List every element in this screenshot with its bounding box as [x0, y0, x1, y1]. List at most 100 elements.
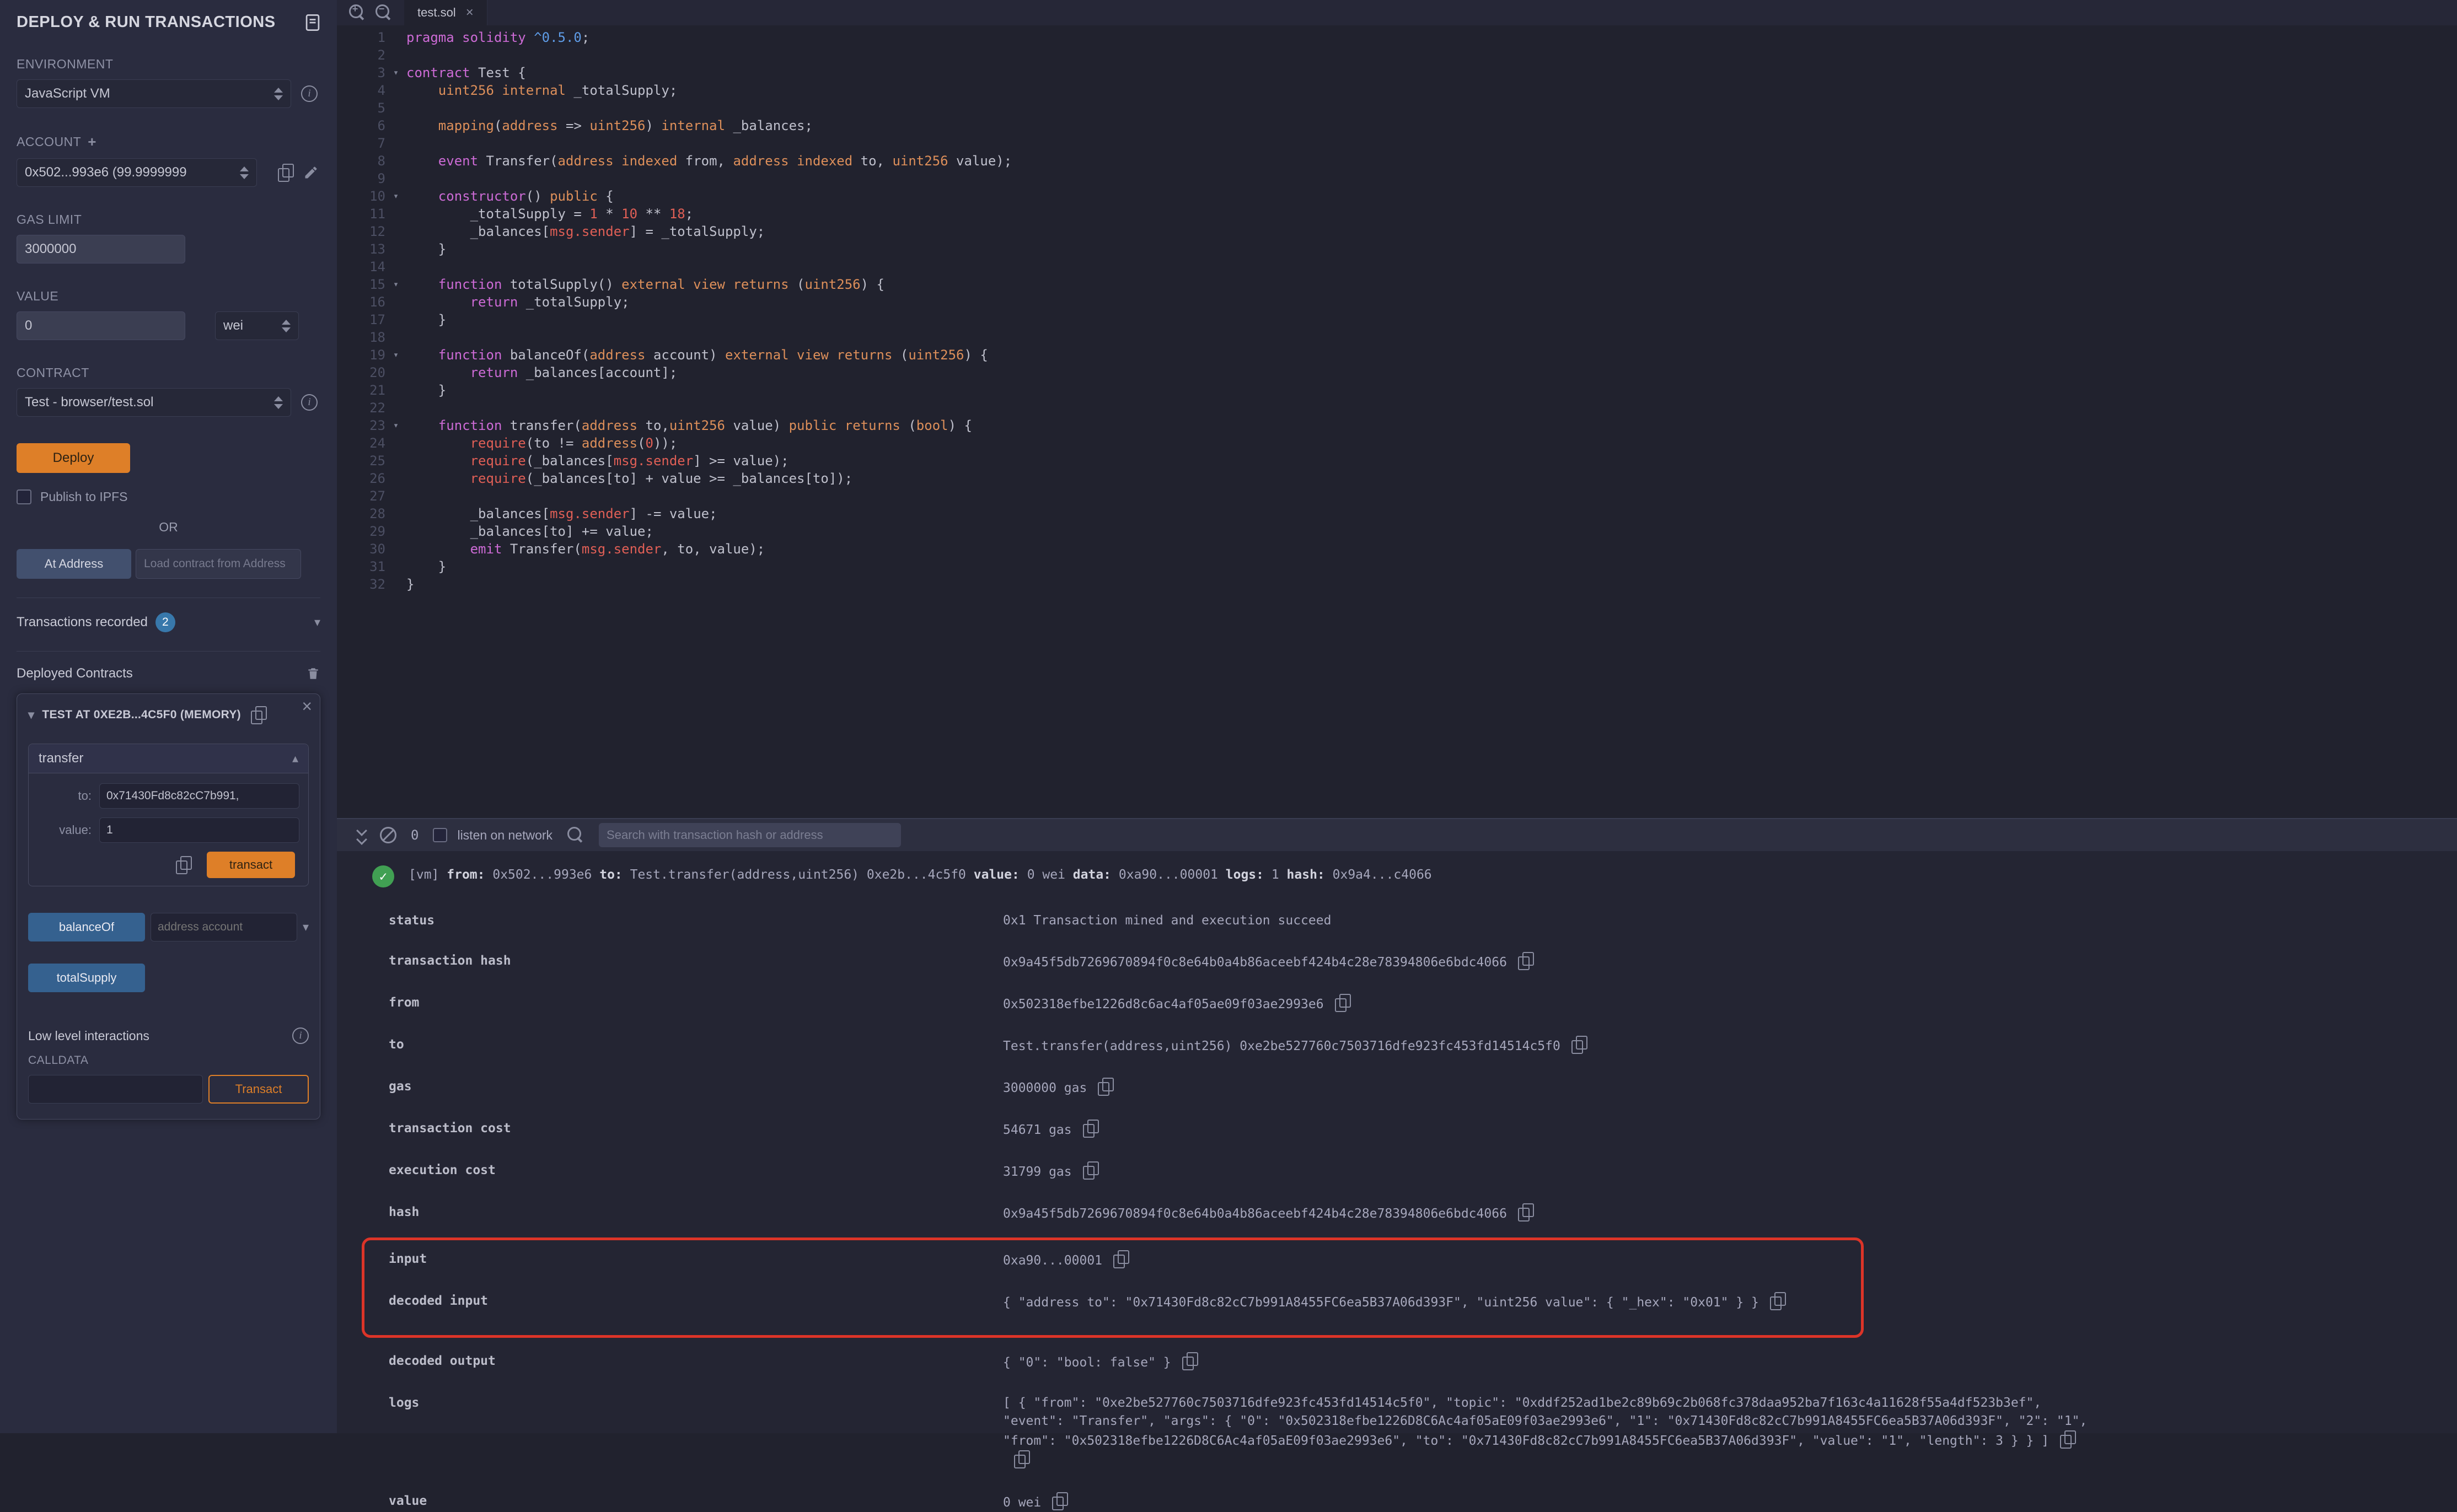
code-token: =>	[558, 118, 590, 133]
balanceof-button[interactable]: balanceOf	[28, 913, 145, 941]
summary-token: 0xa90...00001	[1111, 868, 1226, 882]
environment-info-icon[interactable]: i	[301, 85, 318, 102]
at-address-button[interactable]: At Address	[17, 549, 131, 579]
balanceof-account-input[interactable]	[151, 913, 297, 941]
chevron-up-icon[interactable]: ▴	[292, 751, 298, 766]
code-token: to,	[637, 418, 669, 433]
copy-icon[interactable]	[1113, 1250, 1129, 1268]
copy-icon[interactable]	[1518, 952, 1533, 970]
code-token	[406, 118, 438, 133]
code-token: _balances[to] += value;	[406, 524, 653, 539]
code-token: ;	[582, 30, 589, 45]
tx-detail-row-to: toTest.transfer(address,uint256) 0xe2be5…	[389, 1036, 2457, 1056]
transfer-function-header[interactable]: transfer ▴	[29, 744, 308, 773]
value-unit: wei	[223, 318, 243, 333]
copy-calldata-icon[interactable]	[176, 856, 191, 874]
transfer-to-input[interactable]	[99, 783, 299, 809]
code-token: msg.sender	[550, 224, 630, 239]
load-address-input[interactable]	[136, 549, 301, 579]
deploy-button[interactable]: Deploy	[17, 443, 130, 473]
copy-icon[interactable]	[1014, 1450, 1029, 1468]
fold-arrow-icon[interactable]: ▾	[385, 417, 406, 434]
select-stepper-icon	[276, 320, 291, 332]
code-text: require(_balances[msg.sender] >= value);	[406, 452, 789, 470]
code-token: ] = _totalSupply;	[630, 224, 765, 239]
line-number: 20	[337, 364, 385, 381]
contract-info-icon[interactable]: i	[301, 394, 318, 411]
clear-console-icon[interactable]	[380, 827, 396, 843]
chevron-down-icon[interactable]: ▾	[303, 920, 309, 934]
tx-detail-key: decoded output	[389, 1352, 1003, 1372]
expand-terminal-icon[interactable]	[358, 827, 366, 843]
add-account-icon[interactable]: +	[88, 133, 96, 150]
listen-network-checkbox[interactable]	[433, 828, 447, 842]
close-tab-icon[interactable]: ×	[466, 4, 474, 21]
tx-detail-value: 0x9a45f5db7269670894f0c8e64b0a4b86aceebf…	[1003, 952, 1533, 972]
line-number: 14	[337, 258, 385, 276]
copy-icon[interactable]	[1052, 1492, 1067, 1510]
fold-arrow-icon[interactable]: ▾	[385, 346, 406, 364]
fold-arrow-icon[interactable]: ▾	[385, 276, 406, 293]
code-token: _balances[	[406, 224, 550, 239]
line-number: 5	[337, 99, 385, 117]
trash-icon[interactable]	[306, 666, 320, 681]
copy-icon[interactable]	[1571, 1036, 1587, 1053]
code-token: (_balances[	[526, 453, 614, 469]
copy-icon[interactable]	[1182, 1352, 1198, 1370]
fold-gutter	[385, 240, 406, 258]
zoom-in-icon[interactable]: +	[348, 4, 366, 21]
line-number: 29	[337, 523, 385, 540]
zoom-out-icon[interactable]: −	[375, 4, 393, 21]
transact-button[interactable]: transact	[207, 852, 295, 878]
copy-instance-address-icon[interactable]	[251, 706, 266, 724]
chevron-down-icon[interactable]: ▾	[314, 615, 320, 629]
transfer-value-input[interactable]	[99, 817, 299, 843]
calldata-label: CALLDATA	[28, 1054, 309, 1067]
panel-title-row: DEPLOY & RUN TRANSACTIONS	[17, 13, 320, 31]
code-line: 8 event Transfer(address indexed from, a…	[337, 152, 2457, 170]
low-level-transact-button[interactable]: Transact	[208, 1075, 309, 1104]
code-token: _balances[	[406, 506, 550, 521]
low-level-info-icon[interactable]: i	[292, 1027, 309, 1044]
totalsupply-button[interactable]: totalSupply	[28, 964, 145, 992]
publish-ipfs-checkbox[interactable]	[17, 489, 31, 504]
account-label-row: ACCOUNT +	[17, 133, 320, 150]
code-token: account)	[646, 347, 726, 363]
fold-arrow-icon[interactable]: ▾	[385, 64, 406, 82]
fold-gutter	[385, 293, 406, 311]
fold-arrow-icon[interactable]: ▾	[385, 187, 406, 205]
contract-label: CONTRACT	[17, 365, 320, 380]
tx-detail-value: 31799 gas	[1003, 1161, 1098, 1181]
sign-message-pencil-icon[interactable]	[303, 165, 319, 180]
summary-token: 0x9a4...c4066	[1325, 868, 1432, 882]
tab-test-sol[interactable]: test.sol ×	[404, 0, 487, 25]
code-editor[interactable]: 1pragma solidity ^0.5.0;23▾contract Test…	[337, 25, 2457, 593]
gas-limit-input[interactable]	[17, 235, 185, 263]
close-instance-icon[interactable]: ×	[302, 697, 312, 715]
value-input[interactable]	[17, 311, 185, 340]
code-token: (to !=	[526, 435, 582, 451]
chevron-down-icon[interactable]: ▾	[28, 708, 34, 722]
code-token: external view returns	[725, 347, 892, 363]
copy-icon[interactable]	[1335, 994, 1350, 1011]
contract-select[interactable]: Test - browser/test.sol	[17, 388, 291, 417]
fold-gutter	[385, 46, 406, 64]
line-number: 31	[337, 558, 385, 575]
terminal-search-input[interactable]	[599, 823, 901, 847]
copy-icon[interactable]	[1083, 1161, 1098, 1179]
copy-icon[interactable]	[1518, 1203, 1533, 1221]
tx-summary-row[interactable]: ✓ [vm] from: 0x502...993e6 to: Test.tran…	[372, 865, 2457, 887]
code-text: }	[406, 381, 446, 399]
copy-icon[interactable]	[1770, 1292, 1785, 1310]
copy-icon[interactable]	[1083, 1120, 1098, 1137]
transactions-recorded-row[interactable]: Transactions recorded 2 ▾	[17, 598, 320, 632]
line-number: 16	[337, 293, 385, 311]
calldata-input[interactable]	[28, 1075, 203, 1104]
code-token: event	[438, 153, 478, 169]
copy-icon[interactable]	[1098, 1078, 1113, 1095]
environment-select[interactable]: JavaScript VM	[17, 79, 291, 108]
value-unit-select[interactable]: wei	[215, 311, 299, 340]
copy-account-icon[interactable]	[278, 164, 293, 181]
account-select[interactable]: 0x502...993e6 (99.9999999	[17, 158, 257, 187]
code-token: return	[470, 294, 518, 310]
